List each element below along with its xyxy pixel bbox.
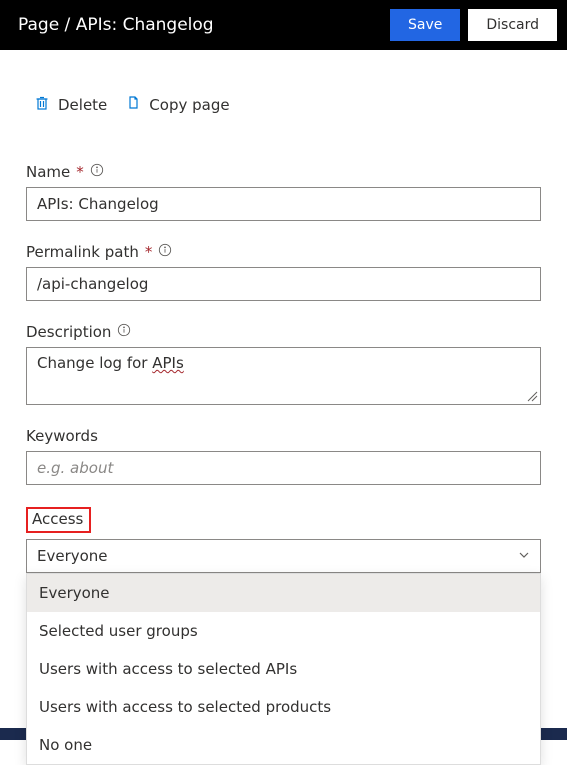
access-option[interactable]: Selected user groups (27, 612, 540, 650)
name-field: Name * (26, 163, 541, 221)
access-dropdown: Everyone Selected user groups Users with… (26, 573, 541, 765)
trash-icon (34, 95, 50, 115)
save-button[interactable]: Save (390, 9, 460, 41)
name-label: Name (26, 163, 70, 181)
permalink-field: Permalink path * (26, 243, 541, 301)
required-indicator: * (76, 163, 84, 181)
access-option[interactable]: Everyone (27, 574, 540, 612)
description-label: Description (26, 323, 111, 341)
keywords-field: Keywords (26, 427, 541, 485)
permalink-input[interactable] (26, 267, 541, 301)
access-field: Access Everyone Everyone Selected user g… (26, 507, 541, 573)
resize-handle-icon[interactable] (526, 390, 538, 402)
access-option[interactable]: No one (27, 726, 540, 764)
access-label: Access (32, 510, 83, 528)
toolbar: Delete Copy page (26, 95, 541, 115)
access-option[interactable]: Users with access to selected APIs (27, 650, 540, 688)
info-icon[interactable] (90, 163, 104, 181)
copy-page-button[interactable]: Copy page (125, 95, 229, 115)
access-option[interactable]: Users with access to selected products (27, 688, 540, 726)
chevron-down-icon (518, 547, 530, 565)
access-selected-value: Everyone (37, 547, 108, 565)
access-label-highlight: Access (26, 507, 91, 533)
description-text-underlined: APIs (152, 354, 184, 372)
keywords-input[interactable] (26, 451, 541, 485)
page-title: Page / APIs: Changelog (18, 15, 382, 35)
description-field: Description Change log for APIs (26, 323, 541, 405)
copy-icon (125, 95, 141, 115)
info-icon[interactable] (158, 243, 172, 261)
required-indicator: * (145, 243, 153, 261)
permalink-label: Permalink path (26, 243, 139, 261)
access-select[interactable]: Everyone (26, 539, 541, 573)
keywords-label: Keywords (26, 427, 98, 445)
delete-button[interactable]: Delete (34, 95, 107, 115)
info-icon[interactable] (117, 323, 131, 341)
description-text-prefix: Change log for (37, 354, 152, 372)
discard-button[interactable]: Discard (468, 9, 557, 41)
name-input[interactable] (26, 187, 541, 221)
description-input[interactable]: Change log for APIs (26, 347, 541, 405)
delete-label: Delete (58, 96, 107, 114)
copy-label: Copy page (149, 96, 229, 114)
page-header: Page / APIs: Changelog Save Discard (0, 0, 567, 50)
content-area: Delete Copy page Name * Permalink path * (0, 50, 567, 573)
